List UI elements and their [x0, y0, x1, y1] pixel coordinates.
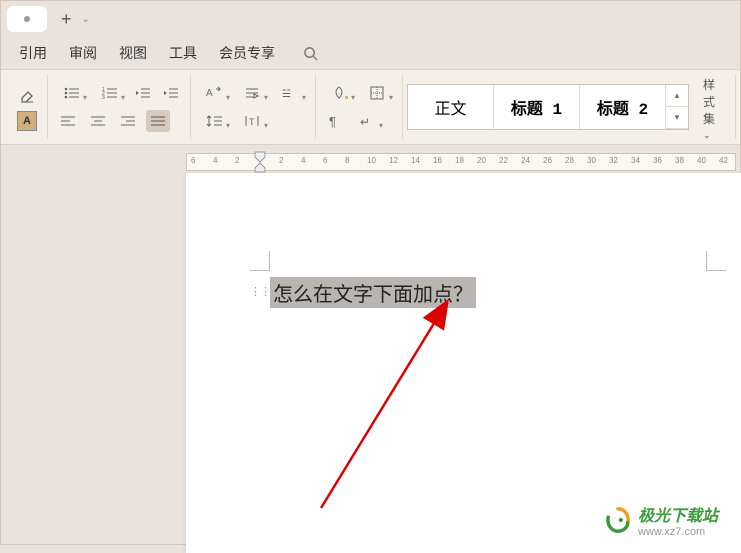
group-shading: ▾ ▾ ¶ ↵▾: [316, 75, 403, 139]
horizontal-ruler[interactable]: 6422468101214161820222426283032343638404…: [186, 153, 736, 171]
ruler-tick: 4: [301, 156, 305, 165]
text-wrap-icon[interactable]: ▾: [237, 82, 269, 104]
first-line-indent-marker[interactable]: [254, 151, 266, 173]
ruler-area: 6422468101214161820222426283032343638404…: [1, 145, 740, 173]
ruler-tick: 28: [565, 156, 574, 165]
ruler-tick: 6: [191, 156, 195, 165]
tab-dot-icon: [24, 16, 30, 22]
align-center-icon[interactable]: [86, 110, 110, 132]
group-erase: A: [9, 75, 48, 139]
ruler-tick: 6: [323, 156, 327, 165]
group-text-dir: A▾ ▾ ☱▾ ▾ T▾: [191, 75, 316, 139]
tab-new-button[interactable]: [7, 6, 47, 32]
paragraph-drag-handle[interactable]: ⋮⋮: [250, 285, 270, 298]
ruler-tick: 32: [609, 156, 618, 165]
ruler-tick: 16: [433, 156, 442, 165]
group-paragraph: ▾ 123▾: [48, 75, 191, 139]
ruler-tick: 20: [477, 156, 486, 165]
svg-text:A: A: [206, 88, 213, 99]
align-justify-icon[interactable]: [146, 110, 170, 132]
ruler-tick: 10: [367, 156, 376, 165]
borders-icon[interactable]: ▾: [362, 82, 394, 104]
eraser-icon[interactable]: [17, 83, 39, 105]
svg-text:☱: ☱: [282, 89, 291, 100]
ribbon-toolbar: A ▾ 123▾ A▾ ▾ ☱▾ ▾ T▾ ▾ ▾: [1, 69, 740, 145]
ruler-tick: 2: [235, 156, 239, 165]
styleset-label: 样式集 ⌄: [703, 76, 725, 141]
ruler-tick: 22: [499, 156, 508, 165]
show-marks-icon[interactable]: ↵▾: [352, 110, 384, 132]
align-left-icon[interactable]: [56, 110, 80, 132]
ruler-tick: 34: [631, 156, 640, 165]
pilcrow-icon[interactable]: ¶: [324, 110, 346, 132]
ruler-tick: 12: [389, 156, 398, 165]
title-tab-bar: + ⌄: [1, 1, 740, 37]
margin-corner-tl: [250, 251, 270, 271]
distribute-icon[interactable]: T▾: [237, 110, 269, 132]
find-label[interactable]: 查找: [736, 88, 741, 126]
new-tab-plus-icon[interactable]: +: [61, 9, 72, 30]
highlight-icon[interactable]: A: [17, 111, 37, 131]
watermark-name: 极光下载站: [638, 502, 718, 526]
shading-icon[interactable]: ▾: [324, 82, 356, 104]
ruler-tick: 14: [411, 156, 420, 165]
styles-gallery[interactable]: 正文 标题 1 标题 2 ▴ ▾: [407, 84, 689, 130]
indent-icon[interactable]: [160, 82, 182, 104]
line-spacing-icon[interactable]: ▾: [199, 110, 231, 132]
ruler-tick: 2: [279, 156, 283, 165]
ruler-tick: 42: [719, 156, 728, 165]
ruler-tick: 26: [543, 156, 552, 165]
ruler-tick: 24: [521, 156, 530, 165]
menu-tools[interactable]: 工具: [169, 43, 197, 63]
styleset-button[interactable]: Aa 样式集 ⌄: [693, 75, 736, 139]
ruler-tick: 8: [345, 156, 349, 165]
ruler-tick: 30: [587, 156, 596, 165]
outdent-icon[interactable]: [132, 82, 154, 104]
style-body[interactable]: 正文: [408, 85, 494, 129]
watermark: 极光下载站 www.xz7.com: [604, 502, 718, 538]
style-heading-1[interactable]: 标题 1: [494, 85, 580, 129]
menu-view[interactable]: 视图: [119, 43, 147, 63]
align-right-icon[interactable]: [116, 110, 140, 132]
search-icon[interactable]: [303, 46, 318, 61]
menu-vip[interactable]: 会员专享: [219, 43, 275, 63]
ruler-tick: 36: [653, 156, 662, 165]
style-nav: ▴ ▾: [666, 85, 688, 129]
selected-text[interactable]: 怎么在文字下面加点？: [270, 277, 476, 308]
watermark-logo-icon: [604, 506, 632, 534]
margin-corner-tr: [706, 251, 726, 271]
svg-text:T: T: [249, 117, 255, 127]
numbered-list-icon[interactable]: 123▾: [94, 82, 126, 104]
annotation-arrow-icon: [286, 298, 466, 528]
style-heading-2[interactable]: 标题 2: [580, 85, 666, 129]
ruler-tick: 38: [675, 156, 684, 165]
svg-text:3: 3: [102, 95, 105, 100]
menu-review[interactable]: 审阅: [69, 43, 97, 63]
menu-cite[interactable]: 引用: [19, 43, 47, 63]
ruler-tick: 40: [697, 156, 706, 165]
style-scroll-up-icon[interactable]: ▴: [666, 85, 688, 107]
text-direction-icon[interactable]: A▾: [199, 82, 231, 104]
ruler-tick: 4: [213, 156, 217, 165]
watermark-url: www.xz7.com: [638, 526, 718, 538]
menu-bar: 引用 审阅 视图 工具 会员专享: [1, 37, 740, 69]
svg-text:↵: ↵: [360, 115, 370, 128]
tab-dropdown-icon[interactable]: ⌄: [82, 14, 90, 25]
svg-text:¶: ¶: [329, 114, 336, 128]
indent-special-icon[interactable]: ☱▾: [275, 82, 307, 104]
ruler-tick: 18: [455, 156, 464, 165]
style-scroll-down-icon[interactable]: ▾: [666, 107, 688, 129]
bullet-list-icon[interactable]: ▾: [56, 82, 88, 104]
document-page[interactable]: ⋮⋮ 怎么在文字下面加点？: [186, 173, 741, 553]
